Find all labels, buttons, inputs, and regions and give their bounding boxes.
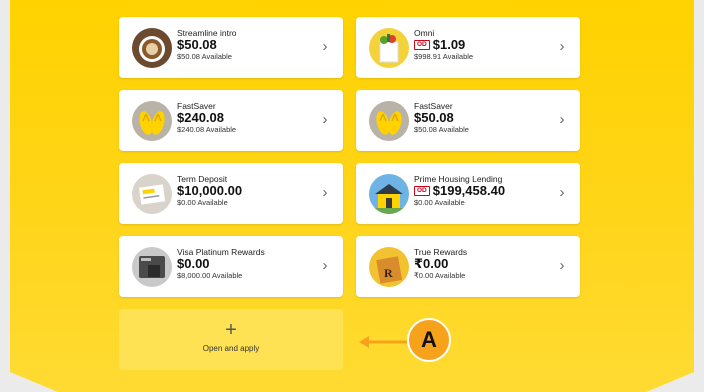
account-available: $240.08 Available	[177, 125, 237, 134]
account-available: $0.00 Available	[177, 198, 228, 207]
document-icon	[132, 174, 172, 214]
chevron-right-icon: ›	[559, 111, 565, 128]
jandals-icon	[369, 101, 409, 141]
chevron-right-icon: ›	[559, 38, 565, 55]
account-balance: OD $199,458.40	[414, 184, 550, 198]
account-balance: $10,000.00	[177, 183, 243, 198]
chevron-right-icon: ›	[322, 257, 328, 274]
chevron-right-icon: ›	[322, 38, 328, 55]
account-balance: $50.08	[414, 110, 454, 125]
account-available: $0.00 Available	[414, 198, 465, 207]
open-and-apply-label: Open and apply	[202, 344, 260, 353]
account-balance: $50.08	[177, 37, 217, 52]
bottom-edge	[10, 372, 694, 392]
plus-icon: +	[225, 319, 237, 341]
account-available: $8,000.00 Available	[177, 271, 243, 280]
account-balance: $240.08	[177, 110, 224, 125]
account-balance: OD $1.09	[414, 38, 550, 52]
rewards-bag-icon: R	[369, 247, 409, 287]
accounts-panel: Streamline intro $50.08 $50.08 Available…	[10, 0, 694, 392]
chevron-right-icon: ›	[322, 184, 328, 201]
chevron-right-icon: ›	[322, 111, 328, 128]
house-icon	[369, 174, 409, 214]
open-and-apply-button[interactable]: + Open and apply	[119, 309, 343, 370]
account-available: ₹0.00 Available	[414, 271, 466, 280]
account-card-omni[interactable]: Omni OD $1.09 $998.91 Available ›	[356, 17, 580, 78]
account-card-prime-housing-lending[interactable]: Prime Housing Lending OD $199,458.40 $0.0…	[356, 163, 580, 224]
account-card-fastsaver-2[interactable]: FastSaver $50.08 $50.08 Available ›	[356, 90, 580, 151]
chevron-right-icon: ›	[559, 257, 565, 274]
callout-badge: A	[407, 318, 451, 362]
account-balance: $0.00	[177, 256, 210, 271]
credit-card-icon	[132, 247, 172, 287]
overdraft-badge: OD	[414, 40, 430, 50]
account-card-fastsaver-1[interactable]: FastSaver $240.08 $240.08 Available ›	[119, 90, 343, 151]
jandals-icon	[132, 101, 172, 141]
chevron-right-icon: ›	[559, 184, 565, 201]
callout-arrow-icon	[359, 336, 407, 348]
overdraft-badge: OD	[414, 186, 430, 196]
svg-text:R: R	[384, 266, 393, 280]
account-available: $50.08 Available	[414, 125, 469, 134]
coffee-cup-icon	[132, 28, 172, 68]
account-available: $998.91 Available	[414, 52, 474, 61]
account-card-term-deposit[interactable]: Term Deposit $10,000.00 $0.00 Available …	[119, 163, 343, 224]
account-card-visa-platinum-rewards[interactable]: Visa Platinum Rewards $0.00 $8,000.00 Av…	[119, 236, 343, 297]
account-available: $50.08 Available	[177, 52, 232, 61]
shopping-bag-icon	[369, 28, 409, 68]
account-card-streamline-intro[interactable]: Streamline intro $50.08 $50.08 Available…	[119, 17, 343, 78]
account-card-true-rewards[interactable]: R True Rewards ₹0.00 ₹0.00 Available ›	[356, 236, 580, 297]
account-balance: ₹0.00	[414, 256, 449, 271]
